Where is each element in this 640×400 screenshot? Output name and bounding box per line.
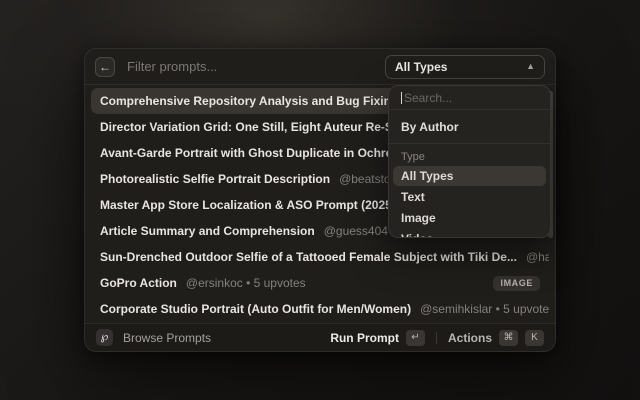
prompt-title: Photorealistic Selfie Portrait Descripti… (100, 172, 330, 186)
dropdown-section-label: Type (389, 144, 550, 165)
prompt-title: Corporate Studio Portrait (Auto Outfit f… (100, 302, 411, 316)
prompt-meta: @ersinkoc • 5 upvotes (186, 276, 306, 290)
prompt-title: Sun-Drenched Outdoor Selfie of a Tattooe… (100, 250, 517, 264)
dropdown-search-placeholder: Search... (404, 91, 452, 105)
prompts-app-icon: ℘ (96, 329, 113, 346)
list-item[interactable]: GoPro Action @ersinkoc • 5 upvotes IMAGE (91, 270, 549, 296)
list-item[interactable]: Corporate Studio Portrait (Auto Outfit f… (91, 296, 549, 322)
type-badge: IMAGE (493, 276, 540, 291)
prompt-title: Article Summary and Comprehension (100, 224, 315, 238)
dropdown-options: All TypesTextImageVideo (389, 165, 550, 238)
chevron-up-icon: ▲ (526, 61, 535, 71)
desktop-background: ← Filter prompts... All Types ▲ Comprehe… (0, 0, 640, 400)
dropdown-option-text[interactable]: Text (393, 187, 546, 207)
type-filter-dropdown-menu: Search... By Author Type All TypesTextIm… (388, 85, 551, 238)
back-button[interactable]: ← (95, 57, 115, 77)
enter-key-icon: ↵ (406, 330, 425, 346)
k-key-icon: K (525, 330, 544, 346)
command-key-icon: ⌘ (499, 330, 518, 346)
actions-button[interactable]: Actions (448, 331, 492, 345)
list-item[interactable]: Sun-Drenched Outdoor Selfie of a Tattooe… (91, 244, 549, 270)
divider (436, 332, 437, 344)
dropdown-search-input[interactable]: Search... (389, 86, 550, 109)
footer: ℘ Browse Prompts Run Prompt ↵ Actions ⌘ … (85, 323, 555, 351)
dropdown-option-all-types[interactable]: All Types (393, 166, 546, 186)
back-arrow-icon: ← (99, 60, 111, 74)
prompt-browser-window: ← Filter prompts... All Types ▲ Comprehe… (84, 48, 556, 352)
filter-input[interactable]: Filter prompts... (127, 59, 217, 74)
prompt-title: Director Variation Grid: One Still, Eigh… (100, 120, 426, 134)
footer-app-name: Browse Prompts (123, 331, 211, 345)
prompt-title: Avant-Garde Portrait with Ghost Duplicat… (100, 146, 433, 160)
dropdown-item-by-author[interactable]: By Author (389, 110, 550, 143)
dropdown-option-image[interactable]: Image (393, 208, 546, 228)
type-filter-value: All Types (395, 60, 447, 74)
text-caret (401, 92, 402, 104)
prompt-title: GoPro Action (100, 276, 177, 290)
run-prompt-button[interactable]: Run Prompt (330, 331, 399, 345)
prompt-meta: @semihkislar • 5 upvotes (420, 302, 549, 316)
header: ← Filter prompts... All Types ▲ (85, 49, 555, 85)
dropdown-option-video[interactable]: Video (393, 229, 546, 238)
footer-actions: Run Prompt ↵ Actions ⌘ K (330, 330, 544, 346)
prompt-meta: @hasangariban • 5 upvotes (526, 250, 549, 264)
type-filter-dropdown-button[interactable]: All Types ▲ (385, 55, 545, 79)
